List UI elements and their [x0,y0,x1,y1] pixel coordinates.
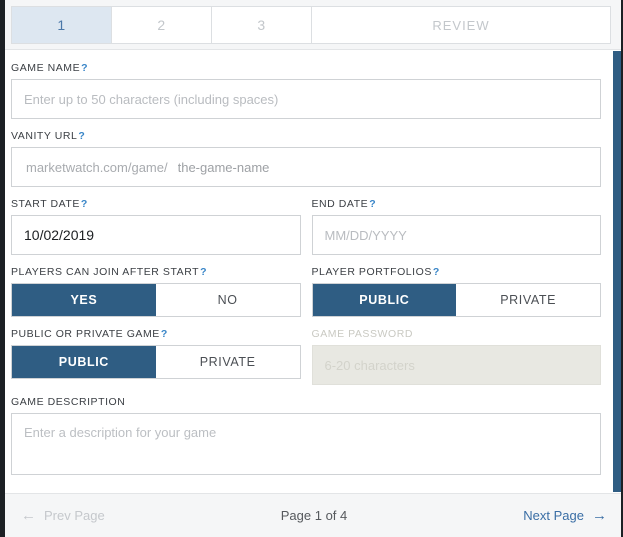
player-portfolios-field-group: PLAYER PORTFOLIOS? PUBLIC PRIVATE [311,266,602,317]
arrow-left-icon: ← [21,507,36,524]
vanity-url-prefix: marketwatch.com/game/ [26,159,168,175]
player-portfolios-label: PLAYER PORTFOLIOS? [312,266,602,278]
help-icon[interactable]: ? [433,266,440,278]
game-description-field-group: GAME DESCRIPTION [11,396,601,480]
wizard-tab-1[interactable]: 1 [12,7,112,43]
vanity-url-label: VANITY URL? [11,130,601,142]
vanity-url-label-text: VANITY URL [11,130,78,142]
player-portfolios-option-public[interactable]: PUBLIC [312,284,457,316]
date-row: START DATE? END DATE? [11,198,601,255]
game-name-input[interactable] [11,79,601,119]
wizard-tab-review[interactable]: REVIEW [312,7,610,43]
prev-page-button[interactable]: ← Prev Page [21,508,105,523]
game-password-field-group: GAME PASSWORD [311,328,602,385]
player-portfolios-label-text: PLAYER PORTFOLIOS [311,266,432,278]
end-date-label: END DATE? [312,198,602,210]
game-name-label: GAME NAME? [11,62,601,74]
public-private-game-label-text: PUBLIC OR PRIVATE GAME [11,328,160,340]
game-password-label-text: GAME PASSWORD [311,328,413,340]
help-icon[interactable]: ? [200,266,207,278]
wizard-tabstrip-container: 1 2 3 REVIEW [0,0,623,50]
player-portfolios-toggle: PUBLIC PRIVATE [311,283,601,317]
public-private-game-label: PUBLIC OR PRIVATE GAME? [11,328,301,340]
join-after-start-field-group: PLAYERS CAN JOIN AFTER START? YES NO [11,266,301,317]
help-icon[interactable]: ? [81,198,88,210]
join-after-start-toggle: YES NO [11,283,301,317]
end-date-input[interactable] [311,215,601,255]
help-icon[interactable]: ? [81,62,88,74]
wizard-footer: ← Prev Page Page 1 of 4 Next Page → [5,493,623,537]
join-after-start-option-no[interactable]: NO [155,284,300,316]
public-private-game-toggle: PUBLIC PRIVATE [11,345,301,379]
public-private-game-option-private[interactable]: PRIVATE [155,346,300,378]
game-description-label: GAME DESCRIPTION [11,396,601,408]
next-page-button[interactable]: Next Page → [523,508,607,523]
end-date-field-group: END DATE? [311,198,602,255]
vanity-url-composite: marketwatch.com/game/ [11,147,601,187]
window-left-rail [0,0,5,537]
help-icon[interactable]: ? [161,328,168,340]
start-date-input[interactable] [11,215,301,255]
help-icon[interactable]: ? [369,198,376,210]
vanity-url-field-group: VANITY URL? marketwatch.com/game/ [11,130,601,187]
game-description-textarea[interactable] [11,413,601,475]
game-password-label: GAME PASSWORD [312,328,602,340]
start-date-field-group: START DATE? [11,198,301,255]
game-name-field-group: GAME NAME? [11,62,601,119]
wizard-tab-3[interactable]: 3 [212,7,312,43]
game-name-label-text: GAME NAME [11,62,81,74]
next-page-label: Next Page [523,508,584,523]
public-private-game-option-public[interactable]: PUBLIC [12,346,156,378]
game-setup-form: GAME NAME? VANITY URL? marketwatch.com/g… [5,50,612,491]
arrow-right-icon: → [592,507,607,524]
start-date-label: START DATE? [11,198,301,210]
start-date-label-text: START DATE [11,198,80,210]
prev-page-label: Prev Page [44,508,105,523]
player-portfolios-option-private[interactable]: PRIVATE [456,284,600,316]
join-after-start-option-yes[interactable]: YES [12,284,156,316]
vanity-url-input[interactable] [177,148,600,186]
help-icon[interactable]: ? [78,130,85,142]
game-password-input [311,345,601,385]
wizard-tabstrip: 1 2 3 REVIEW [11,6,611,44]
toggle-row-2: PUBLIC OR PRIVATE GAME? PUBLIC PRIVATE G… [11,328,601,385]
end-date-label-text: END DATE [311,198,369,210]
toggle-row-1: PLAYERS CAN JOIN AFTER START? YES NO PLA… [11,266,601,317]
join-after-start-label: PLAYERS CAN JOIN AFTER START? [11,266,301,278]
join-after-start-label-text: PLAYERS CAN JOIN AFTER START [11,266,200,278]
public-private-game-field-group: PUBLIC OR PRIVATE GAME? PUBLIC PRIVATE [11,328,301,385]
wizard-tab-2[interactable]: 2 [112,7,212,43]
game-description-label-text: GAME DESCRIPTION [11,396,126,408]
